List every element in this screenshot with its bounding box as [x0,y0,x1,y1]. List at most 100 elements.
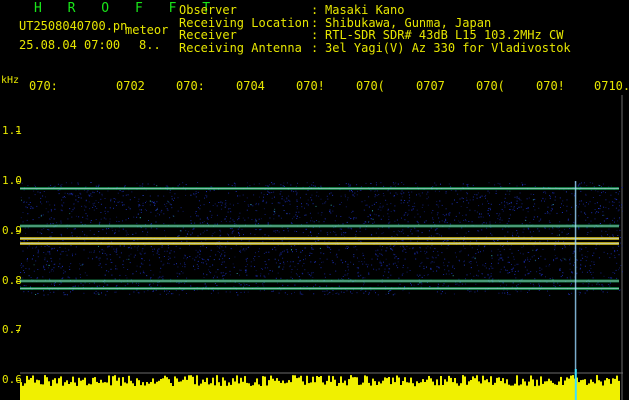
noise-pixel [232,263,234,265]
noise-pixel [416,209,418,211]
noise-pixel [489,215,490,217]
noise-pixel [463,264,465,266]
noise-pixel [568,293,569,295]
noise-pixel [166,290,168,292]
noise-pixel [394,205,396,207]
noise-pixel [541,273,543,275]
signal-bar [450,377,452,400]
noise-pixel [372,218,374,220]
noise-pixel [93,204,95,206]
noise-pixel [601,230,603,232]
noise-pixel [412,247,414,249]
signal-bar [230,384,232,400]
noise-pixel [380,218,382,220]
noise-pixel [573,195,575,197]
noise-pixel [398,258,400,260]
spectrogram [20,95,623,400]
signal-bar [580,380,582,400]
noise-pixel [52,270,54,272]
noise-pixel [149,283,151,285]
noise-pixel [324,240,326,242]
noise-pixel [507,293,509,295]
noise-pixel [296,250,297,252]
noise-pixel [476,274,478,276]
noise-pixel [567,218,569,220]
noise-pixel [592,197,594,198]
time-tick-label: 0704 [236,79,265,93]
noise-pixel [436,201,438,203]
noise-pixel [516,263,518,265]
signal-bar [554,384,556,400]
signal-bar [84,377,86,400]
noise-pixel [274,246,276,248]
signal-bar [290,382,292,400]
noise-pixel [434,182,436,184]
noise-pixel [522,185,523,186]
noise-pixel [212,277,214,279]
noise-pixel [607,234,608,236]
noise-pixel [539,267,541,269]
noise-pixel [594,218,596,220]
noise-pixel [441,220,443,222]
noise-pixel [116,247,118,249]
signal-bar [234,381,236,400]
noise-pixel [504,197,506,199]
noise-pixel [163,223,165,225]
noise-pixel [536,271,538,273]
noise-pixel [225,266,227,268]
noise-pixel [353,217,355,219]
noise-pixel [419,216,421,218]
noise-pixel [49,251,51,253]
noise-pixel [114,232,116,233]
noise-pixel [352,210,354,212]
signal-bar [332,376,334,400]
noise-pixel [421,276,423,278]
noise-pixel [379,245,381,247]
noise-pixel [38,217,40,219]
noise-pixel [490,265,492,267]
noise-pixel [302,265,303,267]
noise-pixel [375,202,377,203]
noise-pixel [329,247,331,249]
noise-pixel [137,213,139,215]
noise-pixel [516,291,518,293]
noise-pixel [200,246,202,247]
noise-pixel [345,247,347,249]
signal-bar [488,382,490,400]
noise-pixel [122,260,124,262]
noise-pixel [225,246,227,248]
noise-pixel [260,273,262,275]
noise-pixel [271,192,273,193]
noise-pixel [290,276,292,278]
noise-pixel [539,273,541,275]
noise-pixel [534,185,536,187]
noise-pixel [217,250,219,252]
noise-pixel [533,205,535,207]
noise-pixel [355,246,357,248]
noise-pixel [289,213,291,215]
noise-pixel [462,215,464,216]
noise-pixel [466,184,468,185]
noise-pixel [527,207,529,209]
noise-pixel [351,227,353,229]
noise-pixel [507,240,508,242]
signal-bar [136,378,138,400]
noise-pixel [290,245,292,247]
noise-pixel [206,229,208,231]
noise-pixel [585,202,587,203]
noise-pixel [394,293,396,295]
noise-pixel [612,235,614,237]
noise-pixel [254,221,256,223]
noise-pixel [492,278,494,280]
noise-pixel [59,253,61,255]
noise-pixel [556,234,558,236]
noise-pixel [203,277,205,278]
noise-pixel [194,259,196,261]
noise-pixel [56,222,58,224]
noise-pixel [310,261,312,263]
signal-bar [410,377,412,400]
signal-bar [370,385,372,400]
noise-pixel [363,261,365,263]
noise-pixel [61,210,63,212]
noise-pixel [532,249,534,251]
